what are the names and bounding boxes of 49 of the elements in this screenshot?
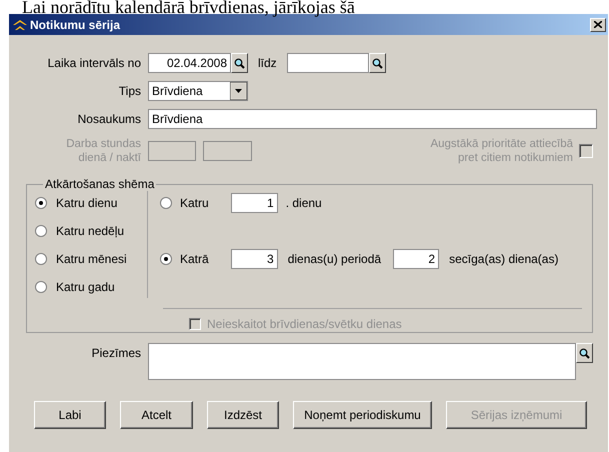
magnifier-icon bbox=[234, 58, 245, 68]
date-field[interactable] bbox=[286, 53, 369, 73]
unit-label: secīga(as) diena(as) bbox=[449, 252, 558, 266]
magnifier-icon bbox=[372, 58, 383, 68]
type-dropdown[interactable]: Brīvdiena bbox=[148, 81, 248, 101]
hours-field[interactable] bbox=[148, 141, 196, 161]
count-field[interactable]: 1 bbox=[230, 193, 278, 213]
radio-button[interactable] bbox=[35, 224, 47, 236]
search-button[interactable] bbox=[231, 53, 248, 73]
group-title: Atkārtošanas shēma bbox=[44, 177, 156, 191]
field-label: Darba stundas dienā / naktī bbox=[66, 137, 141, 165]
caret-icon bbox=[230, 82, 247, 100]
field-label: Piezīmes bbox=[90, 345, 142, 360]
radio-button[interactable] bbox=[160, 253, 172, 265]
search-button[interactable] bbox=[576, 343, 593, 363]
checkbox-label: Neieskaitot brīvdienas/svētku dienas bbox=[207, 317, 402, 331]
unit-label: . dienu bbox=[286, 196, 322, 210]
magnifier-icon bbox=[579, 348, 590, 358]
close-icon bbox=[594, 21, 602, 28]
date-field[interactable]: 02.04.2008 bbox=[148, 53, 231, 73]
field-label: Tips bbox=[118, 84, 142, 98]
radio-button[interactable] bbox=[160, 197, 172, 209]
radio-label: Katru gadu bbox=[56, 280, 115, 294]
radio-label: Katru nedēļu bbox=[56, 224, 124, 238]
window-title: Notikumu sērija bbox=[30, 18, 122, 32]
count-field[interactable]: 2 bbox=[393, 249, 440, 269]
search-button[interactable] bbox=[368, 53, 386, 73]
radio-label: Katru dienu bbox=[56, 196, 118, 210]
unit-label: dienas(u) periodā bbox=[288, 252, 382, 266]
field-label: Laika intervāls no bbox=[46, 56, 142, 70]
name-field[interactable]: Brīvdiena bbox=[148, 109, 597, 129]
hours-field[interactable] bbox=[203, 141, 252, 161]
count-field[interactable]: 3 bbox=[230, 249, 278, 269]
dialog-button[interactable]: Atcelt bbox=[120, 401, 193, 429]
field-label: līdz bbox=[258, 56, 277, 70]
close-button[interactable] bbox=[590, 18, 606, 32]
radio-button[interactable] bbox=[35, 196, 47, 208]
dialog-button[interactable]: Labi bbox=[34, 401, 106, 429]
roof-logo-icon bbox=[13, 20, 27, 30]
radio-label: Katrā bbox=[180, 252, 209, 266]
radio-label: Katru bbox=[180, 196, 209, 210]
dialog-button[interactable]: Noņemt periodiskumu bbox=[293, 401, 432, 429]
radio-button[interactable] bbox=[35, 280, 47, 292]
radio-label: Katru mēnesi bbox=[56, 252, 127, 266]
checkbox-label: Augstākā prioritāte attiecībā pret citiem notikumiem bbox=[430, 137, 573, 165]
radio-button[interactable] bbox=[35, 252, 47, 264]
notes-field[interactable] bbox=[148, 343, 576, 380]
dialog-button[interactable]: Izdzēst bbox=[207, 401, 279, 429]
field-label: Nosaukums bbox=[76, 112, 142, 126]
